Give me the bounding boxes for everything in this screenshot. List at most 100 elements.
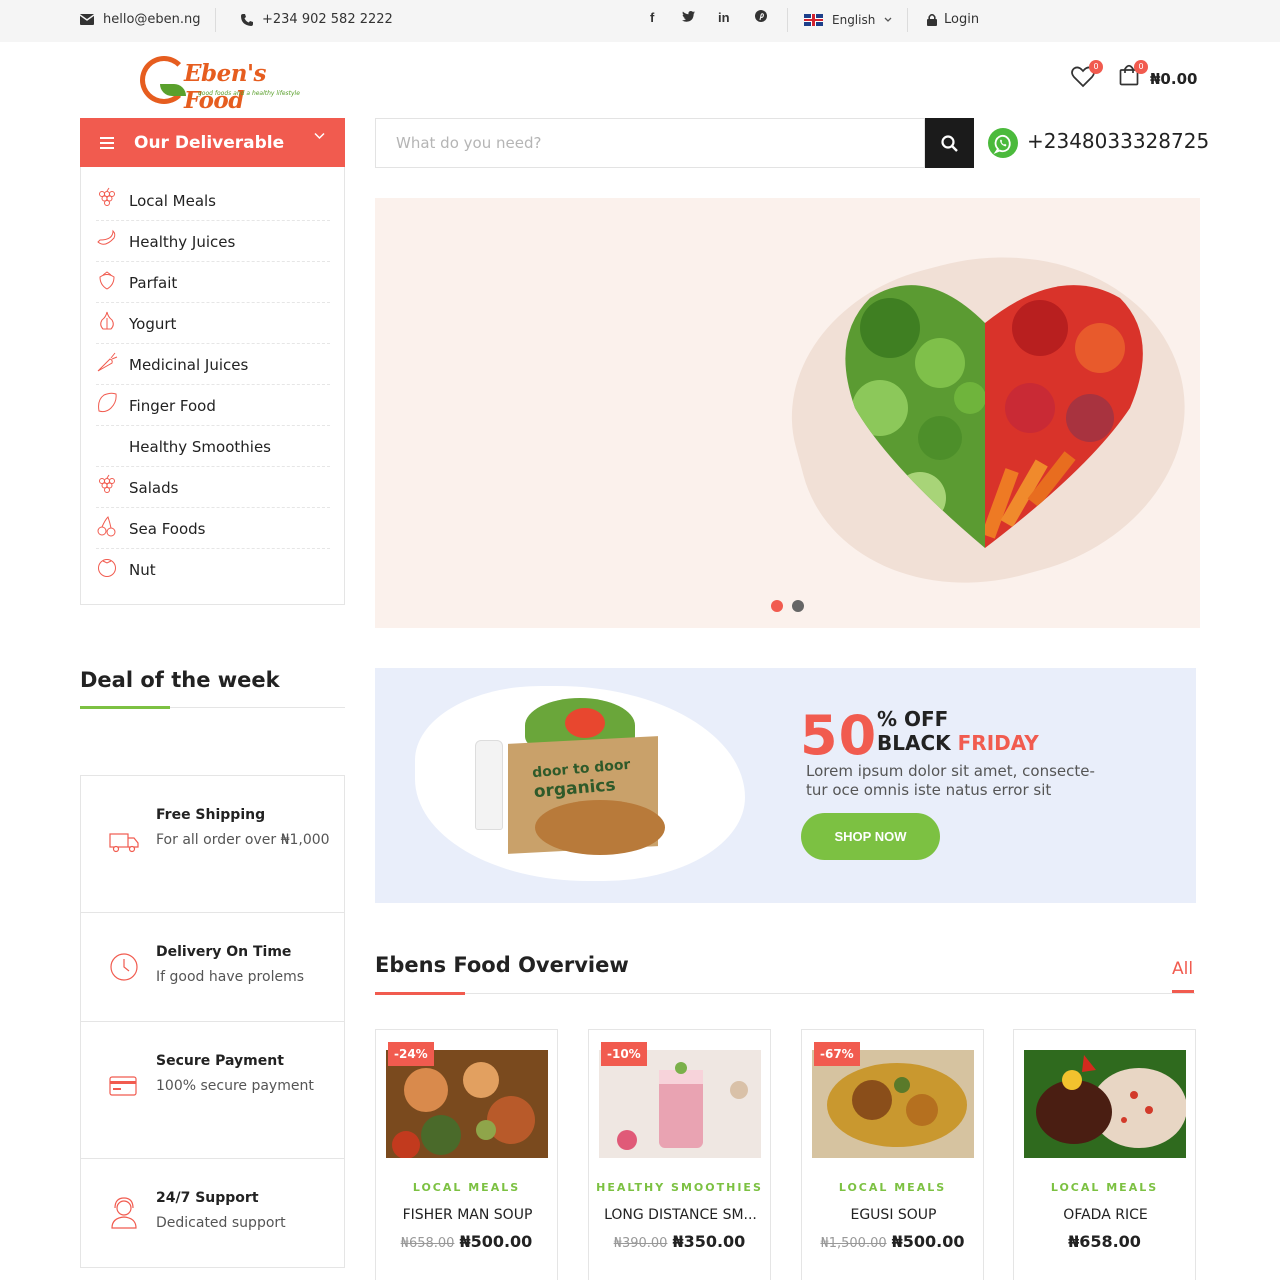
phone-text: +234 902 582 2222 (262, 12, 393, 27)
product-image[interactable] (386, 1050, 548, 1158)
current-price: ₦500.00 (891, 1232, 965, 1251)
old-price: ₦658.00 (400, 1236, 455, 1251)
garlic-icon (100, 311, 114, 330)
language-selector[interactable]: English (804, 13, 892, 27)
category-item-local-meals[interactable]: Local Meals (96, 180, 330, 221)
cart-button[interactable]: 0 (1119, 60, 1148, 90)
feature-desc: If good have prolems (156, 969, 304, 985)
lock-icon (927, 13, 937, 26)
twitter-icon[interactable] (682, 10, 695, 25)
product-image[interactable] (812, 1050, 974, 1158)
feature-title: Secure Payment (156, 1053, 284, 1069)
product-name[interactable]: FISHER MAN SOUP (384, 1207, 551, 1223)
cart-count-badge: 0 (1134, 60, 1148, 74)
product-category[interactable]: LOCAL MEALS (802, 1181, 983, 1194)
clock-icon (110, 953, 138, 981)
uk-flag-icon (804, 14, 823, 26)
category-label: Medicinal Juices (129, 356, 249, 374)
category-label: Parfait (129, 274, 178, 292)
shop-now-button[interactable]: SHOP NOW (801, 813, 940, 860)
product-price: ₦658.00 ₦500.00 (376, 1232, 557, 1251)
product-category[interactable]: LOCAL MEALS (1014, 1181, 1195, 1194)
vegetable-heart-image (845, 285, 1143, 549)
category-item-finger-food[interactable]: Finger Food (96, 385, 330, 426)
feature-desc: Dedicated support (156, 1215, 286, 1231)
promo-black: BLACK (877, 731, 951, 755)
product-category[interactable]: HEALTHY SMOOTHIES (589, 1181, 770, 1194)
divider-accent (80, 706, 170, 709)
category-item-nut[interactable]: Nut (96, 549, 330, 590)
category-label: Nut (129, 561, 156, 579)
feature-secure-payment: Secure Payment 100% secure payment (80, 1021, 345, 1159)
product-card[interactable]: -10% HEALTHY SMOOTHIES LONG DISTANCE SM.… (588, 1029, 771, 1280)
divider (787, 8, 788, 32)
category-label: Finger Food (129, 397, 216, 415)
categories-toggle[interactable]: Our Deliverable (80, 118, 345, 167)
category-item-healthy-smoothies[interactable]: Healthy Smoothies (96, 426, 330, 467)
current-price: ₦658.00 (1068, 1232, 1141, 1251)
categories-title: Our Deliverable (134, 132, 285, 153)
email-text: hello@eben.ng (103, 12, 201, 27)
product-image[interactable] (1024, 1050, 1186, 1158)
promo-percent: 50 (800, 704, 878, 767)
strawberry-icon (99, 271, 115, 290)
logo-tagline: good foods and a healthy lifestyle (198, 90, 300, 97)
top-bar: hello@eben.ng +234 902 582 2222 f in Eng… (0, 0, 1280, 42)
promo-friday: FRIDAY (957, 731, 1039, 755)
product-category[interactable]: LOCAL MEALS (376, 1181, 557, 1194)
bread-image (535, 800, 665, 855)
category-item-sea-foods[interactable]: Sea Foods (96, 508, 330, 549)
carrot-icon (97, 352, 118, 372)
slider-dot-1[interactable] (771, 600, 783, 612)
category-item-salads[interactable]: Salads (96, 467, 330, 508)
product-name[interactable]: EGUSI SOUP (810, 1207, 977, 1223)
product-card[interactable]: -24% LOCAL MEALS FISHER MAN SOUP ₦658.00… (375, 1029, 558, 1280)
old-price: ₦1,500.00 (820, 1236, 887, 1251)
lemon-icon (98, 392, 117, 413)
current-price: ₦500.00 (459, 1232, 533, 1251)
deal-title: Deal of the week (80, 668, 280, 692)
top-email[interactable]: hello@eben.ng (80, 12, 201, 27)
category-label: Healthy Smoothies (129, 438, 271, 456)
pinterest-icon[interactable] (755, 10, 767, 25)
whatsapp-icon[interactable] (988, 128, 1018, 158)
chevron-down-icon (314, 132, 325, 140)
current-price: ₦350.00 (672, 1232, 746, 1251)
category-item-yogurt[interactable]: Yogurt (96, 303, 330, 344)
logo-text: Eben's Food (184, 60, 266, 114)
top-phone[interactable]: +234 902 582 2222 (241, 12, 393, 27)
search-input[interactable] (375, 118, 925, 168)
product-name[interactable]: OFADA RICE (1022, 1207, 1189, 1223)
whatsapp-number[interactable]: +2348033328725 (1027, 129, 1209, 153)
filter-all-tab[interactable]: All (1172, 959, 1193, 979)
support-agent-icon (111, 1197, 137, 1229)
hero-slider (375, 198, 1200, 628)
linkedin-icon[interactable]: in (718, 10, 730, 25)
chevron-down-icon (884, 17, 892, 22)
divider-accent (375, 992, 465, 995)
product-image[interactable] (599, 1050, 761, 1158)
category-item-parfait[interactable]: Parfait (96, 262, 330, 303)
slider-dot-2[interactable] (792, 600, 804, 612)
feature-delivery: Delivery On Time If good have prolems (80, 912, 345, 1022)
wishlist-button[interactable]: 0 (1071, 60, 1103, 92)
grapes-icon (99, 474, 115, 493)
old-price: ₦390.00 (613, 1236, 668, 1251)
feature-title: 24/7 Support (156, 1190, 259, 1206)
category-label: Salads (129, 479, 179, 497)
category-item-healthy-juices[interactable]: Healthy Juices (96, 221, 330, 262)
category-item-medicinal-juices[interactable]: Medicinal Juices (96, 344, 330, 385)
site-logo[interactable]: Eben's Food good foods and a healthy lif… (140, 54, 300, 114)
product-name[interactable]: LONG DISTANCE SM... (597, 1207, 764, 1223)
facebook-icon[interactable]: f (650, 10, 654, 25)
divider (907, 8, 908, 32)
search-button[interactable] (925, 118, 974, 168)
promo-off: % OFF (877, 707, 949, 731)
category-label: Sea Foods (129, 520, 206, 538)
discount-badge: -10% (601, 1042, 647, 1066)
envelope-icon (80, 14, 94, 25)
truck-icon (109, 833, 139, 853)
product-card[interactable]: -67% LOCAL MEALS EGUSI SOUP ₦1,500.00 ₦50… (801, 1029, 984, 1280)
login-link[interactable]: Login (927, 12, 979, 27)
product-card[interactable]: LOCAL MEALS OFADA RICE ₦658.00 (1013, 1029, 1196, 1280)
